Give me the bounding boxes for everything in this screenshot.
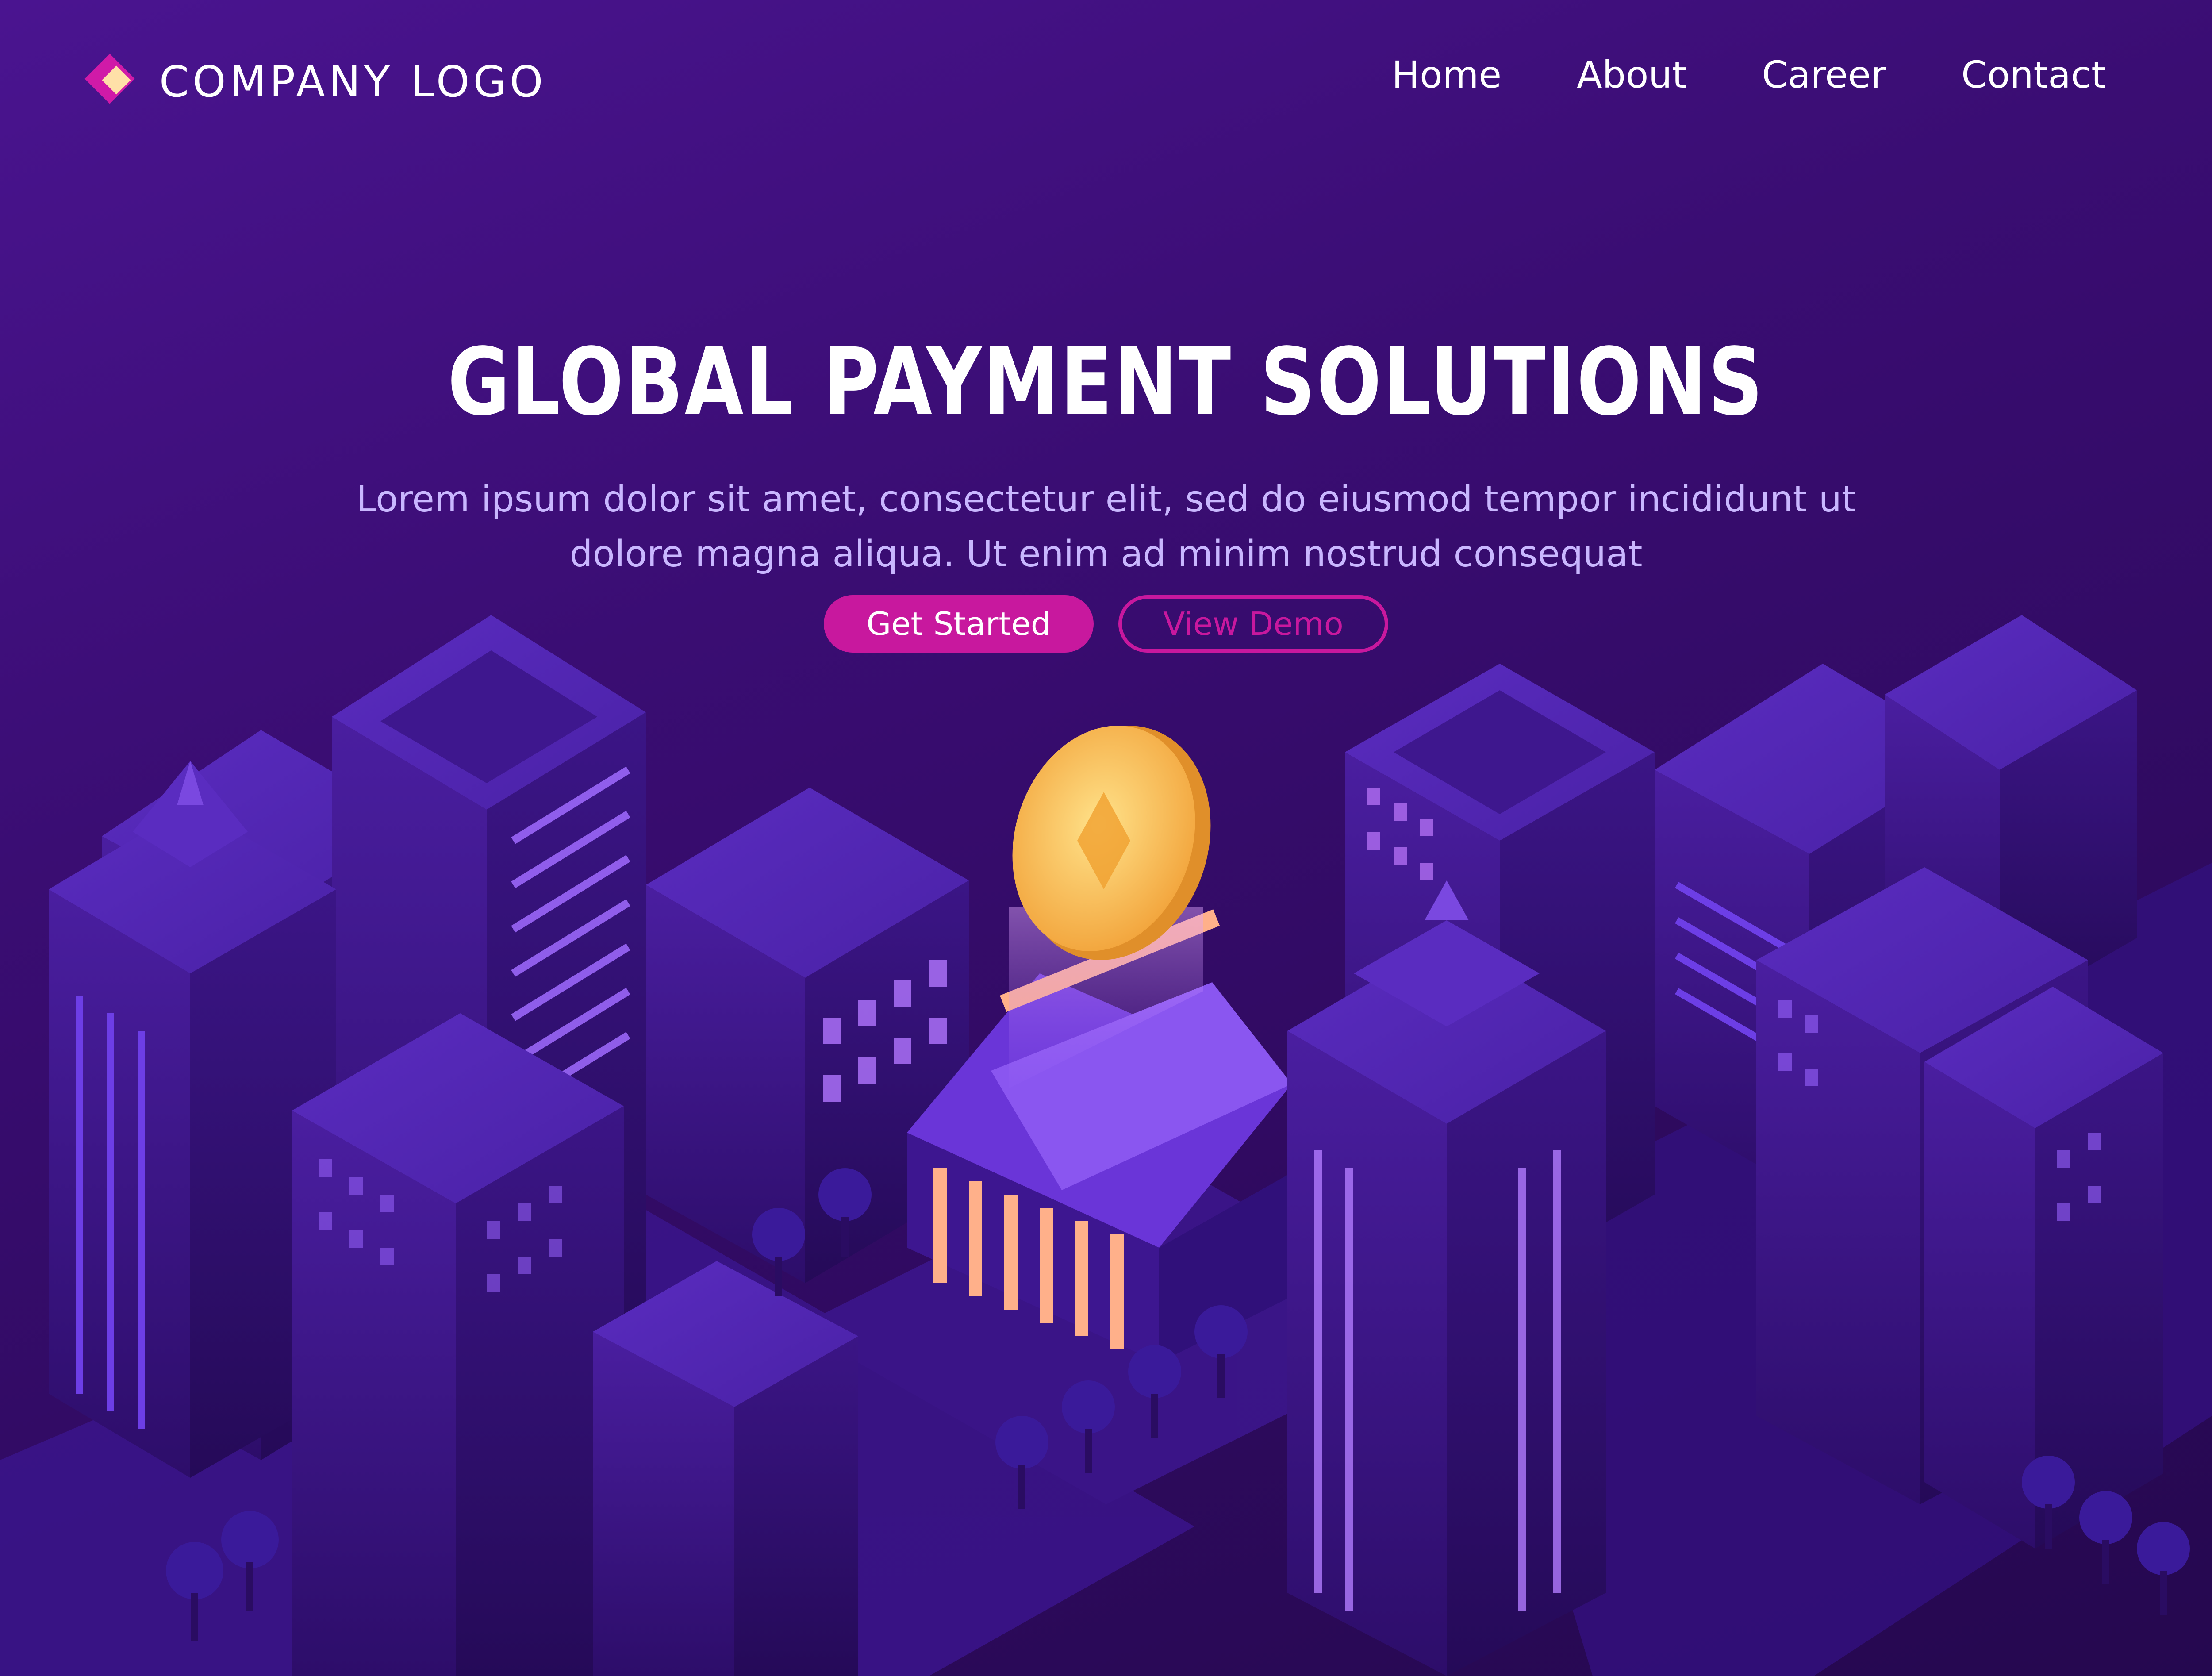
- diamond-logo-icon: [84, 53, 142, 111]
- company-logo-text: COMPANY LOGO: [159, 57, 547, 107]
- nav-link-home[interactable]: Home: [1392, 53, 1502, 96]
- main-nav: Home About Career Contact: [1392, 53, 2106, 96]
- building-small-front: [593, 1261, 858, 1676]
- company-logo[interactable]: COMPANY LOGO: [84, 53, 546, 111]
- isometric-city-illustration: [0, 615, 2212, 1676]
- tower-front-left: [292, 1013, 624, 1676]
- nav-link-contact[interactable]: Contact: [1961, 53, 2106, 96]
- hero-title: GLOBAL PAYMENT SOLUTIONS: [447, 327, 1765, 436]
- nav-link-career[interactable]: Career: [1762, 53, 1886, 96]
- view-demo-button[interactable]: View Demo: [1118, 595, 1388, 653]
- hero-subtitle: Lorem ipsum dolor sit amet, consectetur …: [356, 478, 1856, 575]
- nav-link-about[interactable]: About: [1577, 53, 1686, 96]
- get-started-button[interactable]: Get Started: [824, 595, 1094, 653]
- site-header: COMPANY LOGO Home About Career Contact: [0, 0, 2212, 159]
